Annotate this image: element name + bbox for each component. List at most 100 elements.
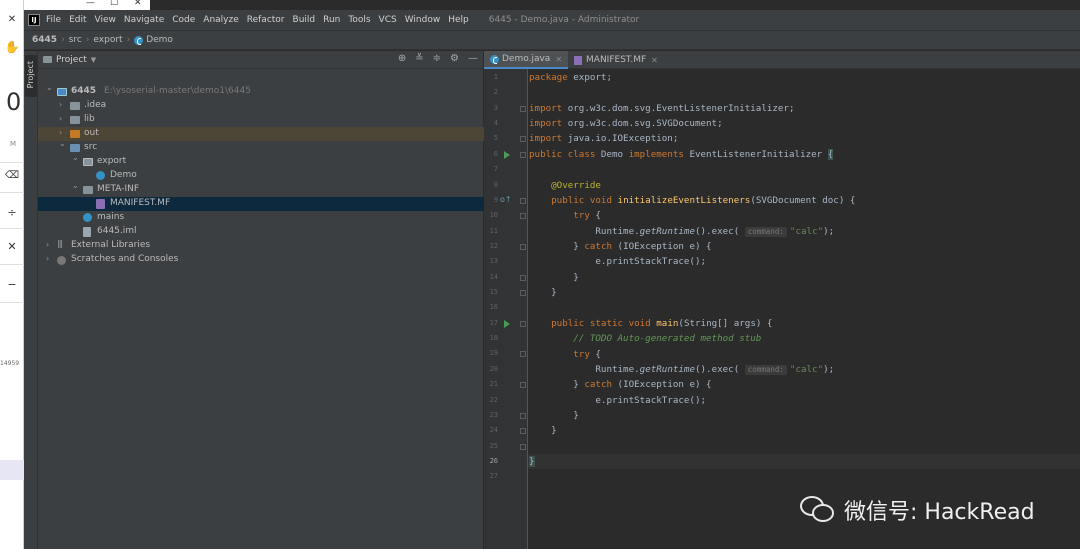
chevron-right-icon[interactable]: ›: [59, 100, 62, 109]
tree-item-src[interactable]: ⌄ src: [38, 139, 484, 155]
fold-marker-icon[interactable]: [520, 136, 526, 143]
chevron-right-icon[interactable]: ›: [59, 114, 62, 123]
menu-refactor[interactable]: Refactor: [247, 15, 285, 25]
minus-icon[interactable]: −: [0, 278, 24, 291]
chevron-down-icon[interactable]: ⌄: [72, 181, 79, 190]
breadcrumb-demo[interactable]: Demo: [146, 35, 173, 45]
hand-icon[interactable]: ✋: [0, 40, 24, 54]
code-line-17[interactable]: public static void main(String[] args) {: [528, 316, 1080, 331]
code-line-21[interactable]: } catch (IOException e) {: [528, 377, 1080, 392]
code-line-11[interactable]: Runtime.getRuntime().exec( command: "calc…: [528, 224, 1080, 239]
tab-manifest-mf[interactable]: MANIFEST.MF ✕: [568, 51, 664, 69]
close-icon[interactable]: ✕: [651, 56, 658, 65]
editor-gutter[interactable]: 1 2 3 4 5 6 7 8 9 10 11 12 13 14 15 16 17 18 19 20 21 22 23 24 2…: [484, 69, 528, 549]
locate-icon[interactable]: ⊕: [398, 53, 406, 64]
backspace-icon[interactable]: ⌫: [0, 170, 24, 181]
tab-demo-java[interactable]: Demo.java ✕: [484, 51, 569, 69]
fold-marker-icon[interactable]: [520, 320, 526, 327]
code-line-3[interactable]: import org.w3c.dom.svg.EventListenerInit…: [528, 101, 1080, 116]
code-line-8[interactable]: @Override: [528, 178, 1080, 193]
divide-icon[interactable]: ÷: [0, 206, 24, 219]
code-line-26[interactable]: }: [528, 454, 1080, 469]
tree-item-mains[interactable]: mains: [38, 211, 484, 225]
code-line-1[interactable]: package export;: [528, 70, 1080, 85]
code-line-12[interactable]: } catch (IOException e) {: [528, 239, 1080, 254]
fold-marker-icon[interactable]: [520, 274, 526, 281]
code-line-4[interactable]: import org.w3c.dom.svg.SVGDocument;: [528, 116, 1080, 131]
tree-item-lib[interactable]: › lib: [38, 113, 484, 127]
menu-tools[interactable]: Tools: [348, 15, 370, 25]
tree-item-scratches-and-consoles[interactable]: › Scratches and Consoles: [38, 253, 484, 267]
chevron-right-icon[interactable]: ›: [46, 240, 49, 249]
code-line-22[interactable]: e.printStackTrace();: [528, 393, 1080, 408]
multiply-icon[interactable]: ✕: [0, 240, 24, 253]
fold-marker-icon[interactable]: [520, 351, 526, 358]
code-line-15[interactable]: }: [528, 285, 1080, 300]
code-line-19[interactable]: try {: [528, 347, 1080, 362]
menu-view[interactable]: View: [95, 15, 116, 25]
fold-marker-icon[interactable]: [520, 382, 526, 389]
chevron-down-icon[interactable]: ▼: [91, 56, 96, 64]
maximize-icon[interactable]: ☐: [110, 0, 118, 8]
tree-item-6445[interactable]: ⌄ 6445 E:\ysoserial-master\demo1\6445: [38, 83, 484, 99]
tree-item-meta-inf[interactable]: ⌄ META-INF: [38, 181, 484, 197]
tree-item-6445-iml[interactable]: 6445.iml: [38, 225, 484, 239]
close-icon[interactable]: ✕: [134, 0, 142, 8]
run-gutter-icon[interactable]: [504, 319, 510, 328]
fold-marker-icon[interactable]: [520, 290, 526, 297]
fold-marker-icon[interactable]: [520, 197, 526, 204]
code-line-9[interactable]: public void initializeEventListeners(SVG…: [528, 193, 1080, 208]
tree-item-export[interactable]: ⌄ export: [38, 153, 484, 169]
code-area[interactable]: package export; import org.w3c.dom.svg.E…: [528, 69, 1080, 549]
menu-build[interactable]: Build: [293, 15, 316, 25]
fold-marker-icon[interactable]: [520, 412, 526, 419]
run-gutter-icon[interactable]: [504, 150, 510, 159]
fold-marker-icon[interactable]: [520, 105, 526, 112]
close-icon[interactable]: ✕: [0, 14, 24, 25]
chevron-right-icon[interactable]: ›: [46, 254, 49, 263]
implements-method-icon[interactable]: o↑: [500, 195, 512, 204]
menu-navigate[interactable]: Navigate: [124, 15, 164, 25]
collapse-all-icon[interactable]: ≑: [433, 53, 441, 64]
minimize-icon[interactable]: —: [86, 0, 95, 8]
menu-analyze[interactable]: Analyze: [203, 15, 238, 25]
fold-marker-icon[interactable]: [520, 443, 526, 450]
code-line-10[interactable]: try {: [528, 208, 1080, 223]
project-panel-title[interactable]: Project: [56, 55, 87, 65]
menu-vcs[interactable]: VCS: [379, 15, 397, 25]
code-line-23[interactable]: }: [528, 408, 1080, 423]
tree-item--idea[interactable]: › .idea: [38, 99, 484, 113]
menu-help[interactable]: Help: [448, 15, 469, 25]
code-line-6[interactable]: public class Demo implements EventListen…: [528, 147, 1080, 162]
hide-icon[interactable]: —: [468, 53, 478, 64]
breadcrumb-src[interactable]: src: [69, 35, 82, 45]
project-tool-tab[interactable]: Project: [25, 55, 37, 97]
chevron-down-icon[interactable]: ⌄: [72, 153, 79, 162]
tree-item-external-libraries[interactable]: › External Libraries: [38, 239, 484, 253]
breadcrumb-export[interactable]: export: [93, 35, 122, 45]
tree-item-manifest-mf[interactable]: MANIFEST.MF: [38, 197, 484, 211]
code-line-14[interactable]: }: [528, 270, 1080, 285]
expand-all-icon[interactable]: ≚: [415, 53, 423, 64]
fold-marker-icon[interactable]: [520, 151, 526, 158]
menu-window[interactable]: Window: [405, 15, 441, 25]
menu-edit[interactable]: Edit: [69, 15, 86, 25]
breadcrumb-project[interactable]: 6445: [32, 35, 57, 45]
fold-marker-icon[interactable]: [520, 243, 526, 250]
chevron-right-icon[interactable]: ›: [59, 128, 62, 137]
fold-marker-icon[interactable]: [520, 213, 526, 220]
code-line-5[interactable]: import java.io.IOException;: [528, 131, 1080, 146]
fold-marker-icon[interactable]: [520, 428, 526, 435]
tree-item-demo[interactable]: Demo: [38, 169, 484, 183]
chevron-down-icon[interactable]: ⌄: [59, 139, 66, 148]
code-line-18[interactable]: // TODO Auto-generated method stub: [528, 331, 1080, 346]
code-line-13[interactable]: e.printStackTrace();: [528, 254, 1080, 269]
code-line-24[interactable]: }: [528, 423, 1080, 438]
gear-icon[interactable]: ⚙: [450, 53, 459, 64]
menu-code[interactable]: Code: [172, 15, 195, 25]
menu-file[interactable]: File: [46, 15, 61, 25]
chevron-down-icon[interactable]: ⌄: [46, 83, 53, 92]
intellij-app-icon[interactable]: IJ: [28, 14, 40, 26]
tree-item-out[interactable]: › out: [38, 127, 484, 141]
code-line-20[interactable]: Runtime.getRuntime().exec( command: "calc…: [528, 362, 1080, 377]
